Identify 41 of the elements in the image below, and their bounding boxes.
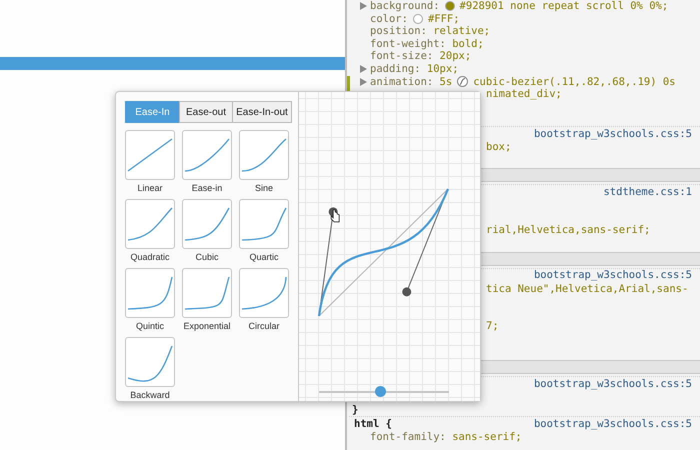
property-value: box; <box>486 140 512 154</box>
property-value: rial,Helvetica,sans-serif; <box>486 224 650 237</box>
source-link[interactable]: bootstrap_w3schools.css:5 <box>534 269 692 282</box>
closing-brace: } <box>352 404 358 416</box>
property-name: font-weight: <box>370 38 446 50</box>
easing-tab[interactable]: Ease-out <box>179 101 233 123</box>
property-value: bold; <box>452 38 484 50</box>
source-link[interactable]: stdtheme.css:1 <box>603 186 692 198</box>
property-name: padding: <box>370 62 421 76</box>
property-value: 10px; <box>426 62 459 76</box>
preset-label: Sine <box>254 183 273 193</box>
property-value: tica Neue",Helvetica,Arial,sans- <box>486 282 688 296</box>
property-value: cubic-bezier(.11,.82,.68,.19) 0s <box>473 76 676 88</box>
property-value: relative; <box>433 25 490 38</box>
preset-label: Circular <box>248 321 280 331</box>
property-value: 5s <box>440 76 452 88</box>
property-name: position: <box>370 25 427 38</box>
property-name: font-size: <box>370 50 434 63</box>
property-value: 20px; <box>440 50 472 63</box>
property-value: #FFF; <box>428 12 460 26</box>
property-name: animation: <box>370 76 434 88</box>
easing-tab[interactable]: Ease-In-out <box>232 101 292 123</box>
source-link[interactable]: bootstrap_w3schools.css:5 <box>534 378 692 390</box>
preset-label: Backward <box>130 390 170 400</box>
preset-label: Linear <box>137 183 163 193</box>
property-name: color: <box>370 12 408 26</box>
preset-label: Cubic <box>195 252 218 262</box>
property-name: font-family: <box>370 431 446 444</box>
source-link[interactable]: bootstrap_w3schools.css:5 <box>534 128 692 140</box>
property-value: sans-serif; <box>452 431 522 444</box>
source-link[interactable]: bootstrap_w3schools.css:5 <box>534 418 692 431</box>
property-value: nimated_div; <box>486 88 562 101</box>
preset-label: Quartic <box>249 252 278 262</box>
css-selector: html { <box>354 418 392 430</box>
property-value: #928901 none repeat scroll 0% 0%; <box>460 0 668 13</box>
preset-label: Exponential <box>183 321 231 331</box>
property-name: background: <box>370 0 440 13</box>
preset-label: Quadratic <box>130 252 170 262</box>
preset-label: Ease-in <box>192 183 222 193</box>
property-value: 7; <box>486 320 499 333</box>
preset-label: Quintic <box>136 321 164 331</box>
